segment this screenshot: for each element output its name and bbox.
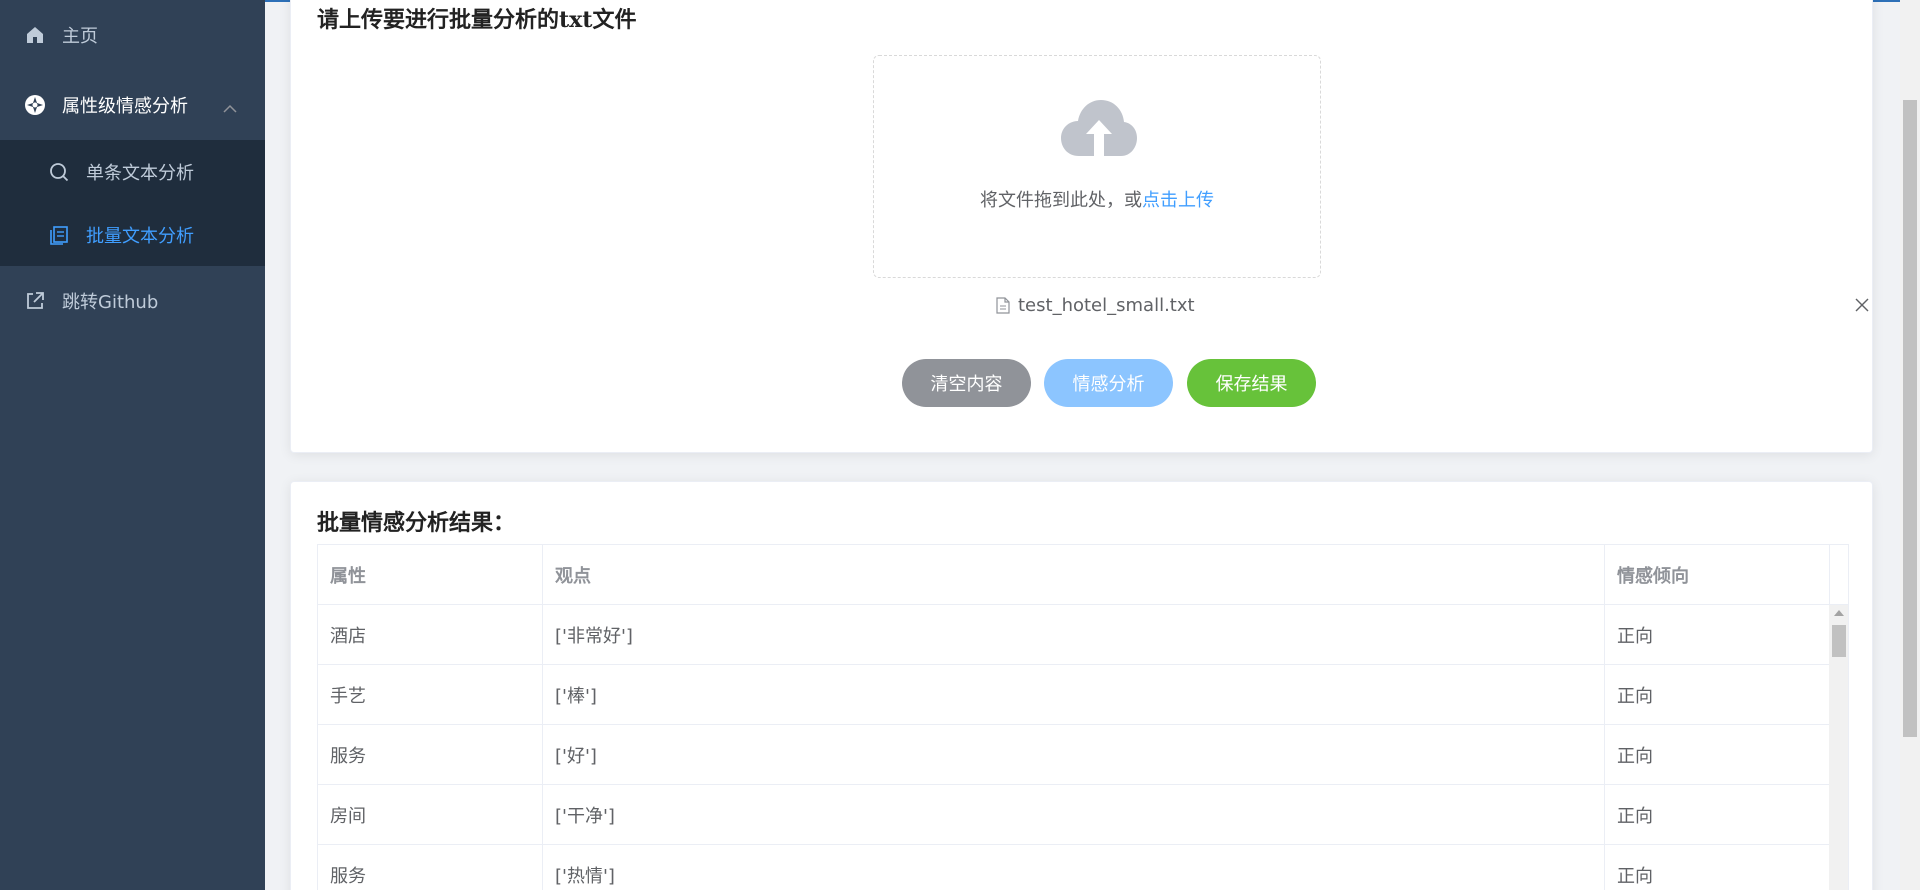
cell-sentiment: 正向: [1617, 625, 1653, 647]
sidebar: 主页 属性级情感分析 单条文本分析 批量文本分析 跳转Github: [0, 0, 265, 890]
sidebar-submenu-sentiment-analysis[interactable]: 属性级情感分析: [0, 70, 265, 140]
cell-attribute: 手艺: [318, 665, 543, 724]
cell-sentiment: 正向: [1617, 865, 1653, 887]
cell-opinion: ['干净']: [543, 785, 1605, 844]
main-content: 请上传要进行批量分析的txt文件 将文件拖到此处，或点击上传 test_hote…: [265, 0, 1900, 890]
upload-card-title: 请上传要进行批量分析的txt文件: [317, 7, 637, 33]
results-table: 属性 观点 情感倾向 酒店 ['非常好'] 正向 手艺 ['棒'] 正向 服务: [317, 544, 1849, 890]
upload-card: 请上传要进行批量分析的txt文件 将文件拖到此处，或点击上传 test_hote…: [290, 0, 1873, 453]
sidebar-item-label: 主页: [62, 26, 98, 47]
table-row[interactable]: 酒店 ['非常好'] 正向: [318, 605, 1829, 665]
column-header-attribute[interactable]: 属性: [318, 545, 543, 604]
sidebar-item-single-text-analysis[interactable]: 单条文本分析: [0, 140, 265, 203]
sidebar-item-home[interactable]: 主页: [0, 0, 265, 70]
cloud-upload-icon: [1061, 100, 1137, 160]
copy-document-icon: [48, 224, 70, 246]
sidebar-item-label: 单条文本分析: [86, 162, 194, 184]
cell-opinion: ['好']: [543, 725, 1605, 784]
results-card-title: 批量情感分析结果：: [317, 510, 516, 536]
table-scrollbar-thumb[interactable]: [1832, 625, 1846, 657]
cell-attribute: 服务: [318, 845, 543, 890]
search-icon: [48, 161, 70, 183]
table-row[interactable]: 服务 ['热情'] 正向: [318, 845, 1829, 890]
dropzone-text: 将文件拖到此处，或点击上传: [874, 186, 1320, 212]
scroll-up-arrow-icon[interactable]: [1834, 610, 1844, 616]
page-scrollbar-thumb[interactable]: [1903, 100, 1917, 737]
save-results-button[interactable]: 保存结果: [1187, 359, 1316, 407]
table-row[interactable]: 服务 ['好'] 正向: [318, 725, 1829, 785]
app-root: 主页 属性级情感分析 单条文本分析 批量文本分析 跳转Github 请上传要进行…: [0, 0, 1920, 890]
cell-opinion: ['棒']: [543, 665, 1605, 724]
sidebar-submenu-list: 单条文本分析 批量文本分析: [0, 140, 265, 266]
sidebar-submenu-label: 属性级情感分析: [62, 96, 188, 117]
cell-attribute: 服务: [318, 725, 543, 784]
document-icon: [996, 296, 1010, 314]
table-header-row: 属性 观点 情感倾向: [318, 545, 1829, 605]
cell-sentiment: 正向: [1617, 745, 1653, 767]
aperture-icon: [24, 94, 46, 116]
column-header-opinion[interactable]: 观点: [543, 545, 1605, 604]
home-icon: [24, 24, 46, 46]
cell-sentiment: 正向: [1617, 805, 1653, 827]
table-header-gutter: [1829, 545, 1848, 605]
dropzone-hint: 将文件拖到此处，或: [980, 190, 1142, 211]
sentiment-analysis-button[interactable]: 情感分析: [1044, 359, 1173, 407]
external-link-icon: [24, 290, 46, 312]
upload-dropzone[interactable]: 将文件拖到此处，或点击上传: [873, 55, 1321, 278]
cell-attribute: 房间: [318, 785, 543, 844]
cell-sentiment: 正向: [1617, 685, 1653, 707]
cell-opinion: ['非常好']: [543, 605, 1605, 664]
click-upload-link[interactable]: 点击上传: [1142, 190, 1214, 211]
sidebar-item-label: 跳转Github: [62, 292, 159, 313]
clear-content-button[interactable]: 清空内容: [902, 359, 1031, 407]
chevron-up-icon[interactable]: [223, 98, 237, 119]
table-row[interactable]: 房间 ['干净'] 正向: [318, 785, 1829, 845]
table-scrollbar[interactable]: [1829, 605, 1848, 890]
sidebar-item-batch-text-analysis[interactable]: 批量文本分析: [0, 203, 265, 266]
results-card: 批量情感分析结果： 属性 观点 情感倾向 酒店 ['非常好'] 正向 手艺 ['…: [290, 481, 1873, 890]
remove-file-close-icon[interactable]: [1850, 293, 1874, 317]
sidebar-item-label: 批量文本分析: [86, 225, 194, 247]
sidebar-item-github[interactable]: 跳转Github: [0, 266, 265, 336]
column-header-sentiment[interactable]: 情感倾向: [1605, 545, 1829, 604]
cell-attribute: 酒店: [318, 605, 543, 664]
uploaded-file-name: test_hotel_small.txt: [1018, 294, 1195, 316]
cell-opinion: ['热情']: [543, 845, 1605, 890]
uploaded-file-item[interactable]: test_hotel_small.txt: [996, 293, 1195, 317]
page-scrollbar[interactable]: [1900, 0, 1920, 890]
table-row[interactable]: 手艺 ['棒'] 正向: [318, 665, 1829, 725]
